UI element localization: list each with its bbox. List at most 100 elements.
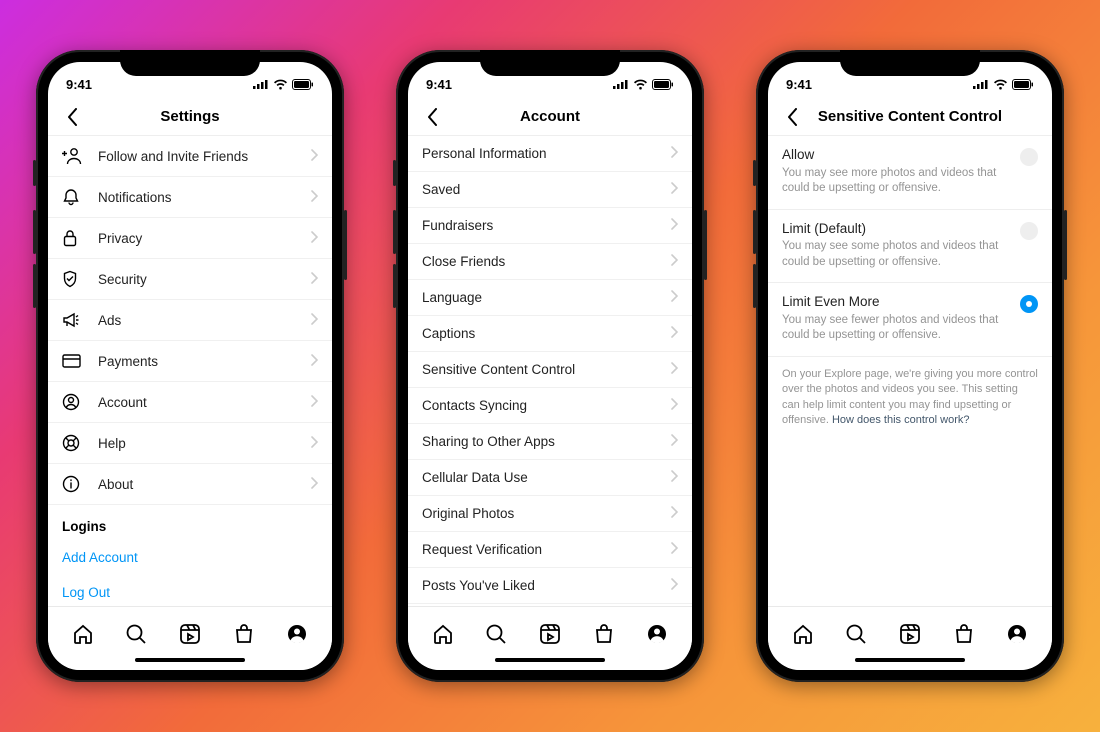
home-icon <box>792 623 814 645</box>
settings-item-help[interactable]: Help <box>48 423 332 464</box>
account-item-close-friends[interactable]: Close Friends <box>408 244 692 280</box>
notch <box>480 50 620 76</box>
chevron-right-icon <box>671 146 678 161</box>
account-item-verification[interactable]: Request Verification <box>408 532 692 568</box>
account-item-language[interactable]: Language <box>408 280 692 316</box>
row-label: Ads <box>98 313 311 328</box>
settings-item-ads[interactable]: Ads <box>48 300 332 341</box>
chevron-right-icon <box>311 272 318 287</box>
shield-icon <box>62 269 86 289</box>
tab-search[interactable] <box>122 620 150 648</box>
tab-home[interactable] <box>69 620 97 648</box>
settings-item-about[interactable]: About <box>48 464 332 505</box>
chevron-right-icon <box>671 218 678 233</box>
battery-icon <box>652 79 674 90</box>
shop-icon <box>593 623 615 645</box>
reels-icon <box>899 623 921 645</box>
account-item-fundraisers[interactable]: Fundraisers <box>408 208 692 244</box>
radio-selected[interactable] <box>1020 295 1038 313</box>
back-button[interactable] <box>778 103 806 131</box>
row-label: Original Photos <box>422 506 671 521</box>
option-limit-more[interactable]: Limit Even More You may see fewer photos… <box>768 283 1052 357</box>
account-item-sharing[interactable]: Sharing to Other Apps <box>408 424 692 460</box>
row-label: Captions <box>422 326 671 341</box>
chevron-right-icon <box>311 149 318 164</box>
chevron-right-icon <box>671 362 678 377</box>
option-limit-default[interactable]: Limit (Default) You may see some photos … <box>768 210 1052 284</box>
row-label: Security <box>98 272 311 287</box>
wifi-icon <box>633 79 648 90</box>
status-time: 9:41 <box>66 77 116 92</box>
tab-home[interactable] <box>789 620 817 648</box>
chevron-right-icon <box>311 354 318 369</box>
radio-unselected[interactable] <box>1020 148 1038 166</box>
row-label: Sharing to Other Apps <box>422 434 671 449</box>
tab-shop[interactable] <box>950 620 978 648</box>
row-label: Personal Information <box>422 146 671 161</box>
tab-reels[interactable] <box>896 620 924 648</box>
account-item-captions[interactable]: Captions <box>408 316 692 352</box>
battery-icon <box>292 79 314 90</box>
settings-item-security[interactable]: Security <box>48 259 332 300</box>
page-title: Settings <box>48 108 332 125</box>
explainer-link[interactable]: How does this control work? <box>832 414 970 426</box>
home-icon <box>72 623 94 645</box>
radio-unselected[interactable] <box>1020 222 1038 240</box>
tab-profile[interactable] <box>643 620 671 648</box>
account-item-original-photos[interactable]: Original Photos <box>408 496 692 532</box>
status-time: 9:41 <box>786 77 836 92</box>
option-subtitle: You may see fewer photos and videos that… <box>782 313 1012 344</box>
tab-profile[interactable] <box>1003 620 1031 648</box>
tab-bar <box>48 606 332 654</box>
back-button[interactable] <box>418 103 446 131</box>
account-item-cellular[interactable]: Cellular Data Use <box>408 460 692 496</box>
phone-account: 9:41 Account Personal Information Saved … <box>396 50 704 682</box>
chevron-right-icon <box>311 477 318 492</box>
row-label: Request Verification <box>422 542 671 557</box>
add-account-link[interactable]: Add Account <box>48 540 332 575</box>
settings-item-privacy[interactable]: Privacy <box>48 218 332 259</box>
phone-settings: 9:41 Settings Follow and Invite Friends … <box>36 50 344 682</box>
chevron-left-icon <box>787 108 798 126</box>
shop-icon <box>233 623 255 645</box>
tab-search[interactable] <box>842 620 870 648</box>
account-item-saved[interactable]: Saved <box>408 172 692 208</box>
settings-item-payments[interactable]: Payments <box>48 341 332 382</box>
tab-search[interactable] <box>482 620 510 648</box>
chevron-right-icon <box>671 434 678 449</box>
account-item-personal-info[interactable]: Personal Information <box>408 136 692 172</box>
settings-item-account[interactable]: Account <box>48 382 332 423</box>
option-allow[interactable]: Allow You may see more photos and videos… <box>768 136 1052 210</box>
option-title: Limit Even More <box>782 293 1012 311</box>
tab-shop[interactable] <box>590 620 618 648</box>
profile-icon <box>286 623 308 645</box>
chevron-right-icon <box>671 326 678 341</box>
log-out-link[interactable]: Log Out <box>48 575 332 606</box>
option-subtitle: You may see some photos and videos that … <box>782 239 1012 270</box>
wifi-icon <box>993 79 1008 90</box>
tab-home[interactable] <box>429 620 457 648</box>
account-item-posts-liked[interactable]: Posts You've Liked <box>408 568 692 604</box>
wifi-icon <box>273 79 288 90</box>
account-item-contacts-sync[interactable]: Contacts Syncing <box>408 388 692 424</box>
settings-item-follow-invite[interactable]: Follow and Invite Friends <box>48 136 332 177</box>
page-title: Sensitive Content Control <box>768 108 1052 125</box>
tab-reels[interactable] <box>536 620 564 648</box>
account-list: Personal Information Saved Fundraisers C… <box>408 136 692 606</box>
back-button[interactable] <box>58 103 86 131</box>
tab-shop[interactable] <box>230 620 258 648</box>
home-indicator <box>48 654 332 670</box>
account-item-sensitive-content[interactable]: Sensitive Content Control <box>408 352 692 388</box>
tab-reels[interactable] <box>176 620 204 648</box>
person-add-icon <box>62 146 86 166</box>
chevron-right-icon <box>671 182 678 197</box>
signal-icon <box>253 79 269 89</box>
tab-profile[interactable] <box>283 620 311 648</box>
page-title: Account <box>408 108 692 125</box>
reels-icon <box>539 623 561 645</box>
row-label: Fundraisers <box>422 218 671 233</box>
credit-card-icon <box>62 351 86 371</box>
chevron-right-icon <box>671 398 678 413</box>
settings-item-notifications[interactable]: Notifications <box>48 177 332 218</box>
row-label: Sensitive Content Control <box>422 362 671 377</box>
